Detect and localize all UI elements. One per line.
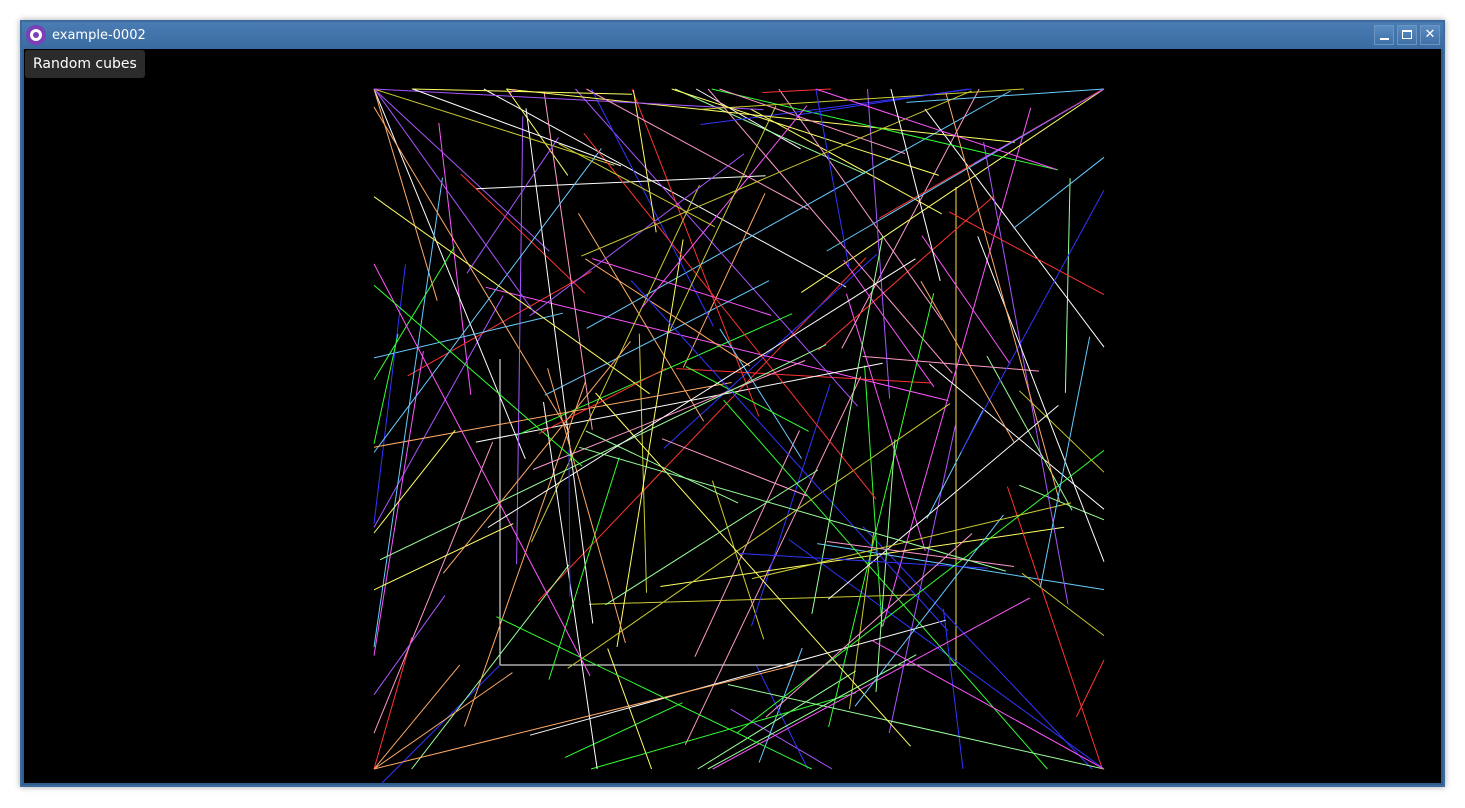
scene-line — [442, 340, 631, 574]
scene-line — [920, 281, 1015, 443]
scene-line — [711, 480, 765, 640]
scene-line — [906, 88, 1105, 103]
scene-line — [685, 366, 809, 432]
scene-line — [875, 439, 896, 692]
scene-line — [374, 88, 536, 314]
scene-line — [707, 654, 917, 770]
scene-line — [945, 92, 1061, 503]
scene-line — [631, 88, 760, 417]
scene-line — [379, 344, 827, 561]
app-logo-icon — [26, 25, 46, 45]
scene-line — [977, 236, 1105, 562]
close-button[interactable]: ✕ — [1420, 25, 1440, 45]
scene-line — [854, 514, 1004, 707]
scene-line — [529, 619, 946, 736]
scene-line — [544, 280, 770, 396]
scene-line — [411, 564, 570, 770]
cube-lines-viewport — [373, 88, 1105, 783]
scene-line — [928, 363, 1105, 510]
scene-line — [373, 664, 461, 770]
scene-line — [632, 90, 657, 233]
scene-line — [1013, 156, 1105, 229]
scene-line — [751, 502, 1072, 580]
scene-line — [516, 116, 524, 565]
scene-line — [738, 552, 988, 569]
scene-line — [756, 665, 809, 770]
scene-line — [548, 457, 620, 680]
scene-line — [373, 88, 550, 252]
scene-line — [373, 664, 798, 770]
scene-line — [460, 173, 586, 294]
scene-label: Random cubes — [25, 50, 145, 78]
scene-line — [949, 211, 1105, 296]
scene-line — [506, 88, 569, 176]
title-bar[interactable]: example-0002 ✕ — [22, 22, 1443, 49]
scene-line — [585, 258, 751, 367]
scene-line — [1040, 336, 1091, 587]
scene-line — [827, 405, 1059, 600]
scene-line — [888, 423, 957, 734]
scene-line — [373, 177, 443, 648]
scene-line — [676, 368, 932, 384]
scene-line — [506, 88, 1015, 143]
scene-line — [811, 235, 884, 614]
scene-line — [1064, 178, 1071, 393]
minimize-button[interactable] — [1374, 25, 1394, 45]
window-title: example-0002 — [52, 28, 146, 43]
scene-line — [567, 403, 951, 669]
scene-line — [592, 258, 772, 316]
scene-line — [921, 235, 1011, 365]
minimize-icon — [1380, 38, 1389, 40]
scene-line — [682, 193, 766, 368]
scene-line — [607, 648, 653, 770]
scene-line — [815, 88, 1057, 170]
scene-line — [476, 175, 766, 190]
scene-line — [1075, 659, 1105, 718]
render-canvas[interactable]: Random cubes — [24, 49, 1441, 783]
scene-line — [373, 672, 513, 770]
scene-line — [543, 401, 598, 770]
scene-line — [373, 595, 446, 695]
scene-line — [373, 637, 413, 770]
scene-line — [890, 88, 941, 282]
scene-line — [986, 355, 1073, 511]
scene-line — [373, 264, 406, 524]
scene-line — [663, 253, 878, 449]
scene-line — [638, 333, 647, 593]
scene-line — [373, 106, 570, 433]
scene-line — [558, 143, 716, 228]
scene-line — [801, 88, 1105, 293]
scene-line — [373, 246, 455, 380]
scene-line — [373, 429, 456, 534]
scene-line — [373, 523, 514, 591]
scene-line — [564, 702, 683, 758]
scene-line — [661, 438, 808, 497]
close-icon: ✕ — [1424, 27, 1436, 42]
scene-line — [882, 107, 1032, 627]
scene-line — [845, 293, 926, 551]
scene-line — [697, 670, 857, 770]
scene-line — [373, 295, 504, 528]
maximize-button[interactable] — [1397, 25, 1417, 45]
scene-line — [815, 88, 850, 270]
scene-line — [817, 195, 995, 351]
scene-line — [381, 664, 501, 783]
scene-line — [871, 640, 1105, 770]
scene-line — [867, 88, 891, 399]
maximize-icon — [1402, 30, 1412, 39]
scene-line — [719, 328, 802, 459]
app-window: example-0002 ✕ Random cubes — [20, 20, 1445, 787]
scene-line — [579, 446, 1007, 572]
scene-line — [668, 105, 777, 334]
scene-line — [640, 105, 808, 310]
scene-line — [411, 88, 632, 95]
scene-line — [586, 90, 1011, 329]
scene-line — [373, 88, 438, 301]
scene-line — [583, 132, 877, 500]
